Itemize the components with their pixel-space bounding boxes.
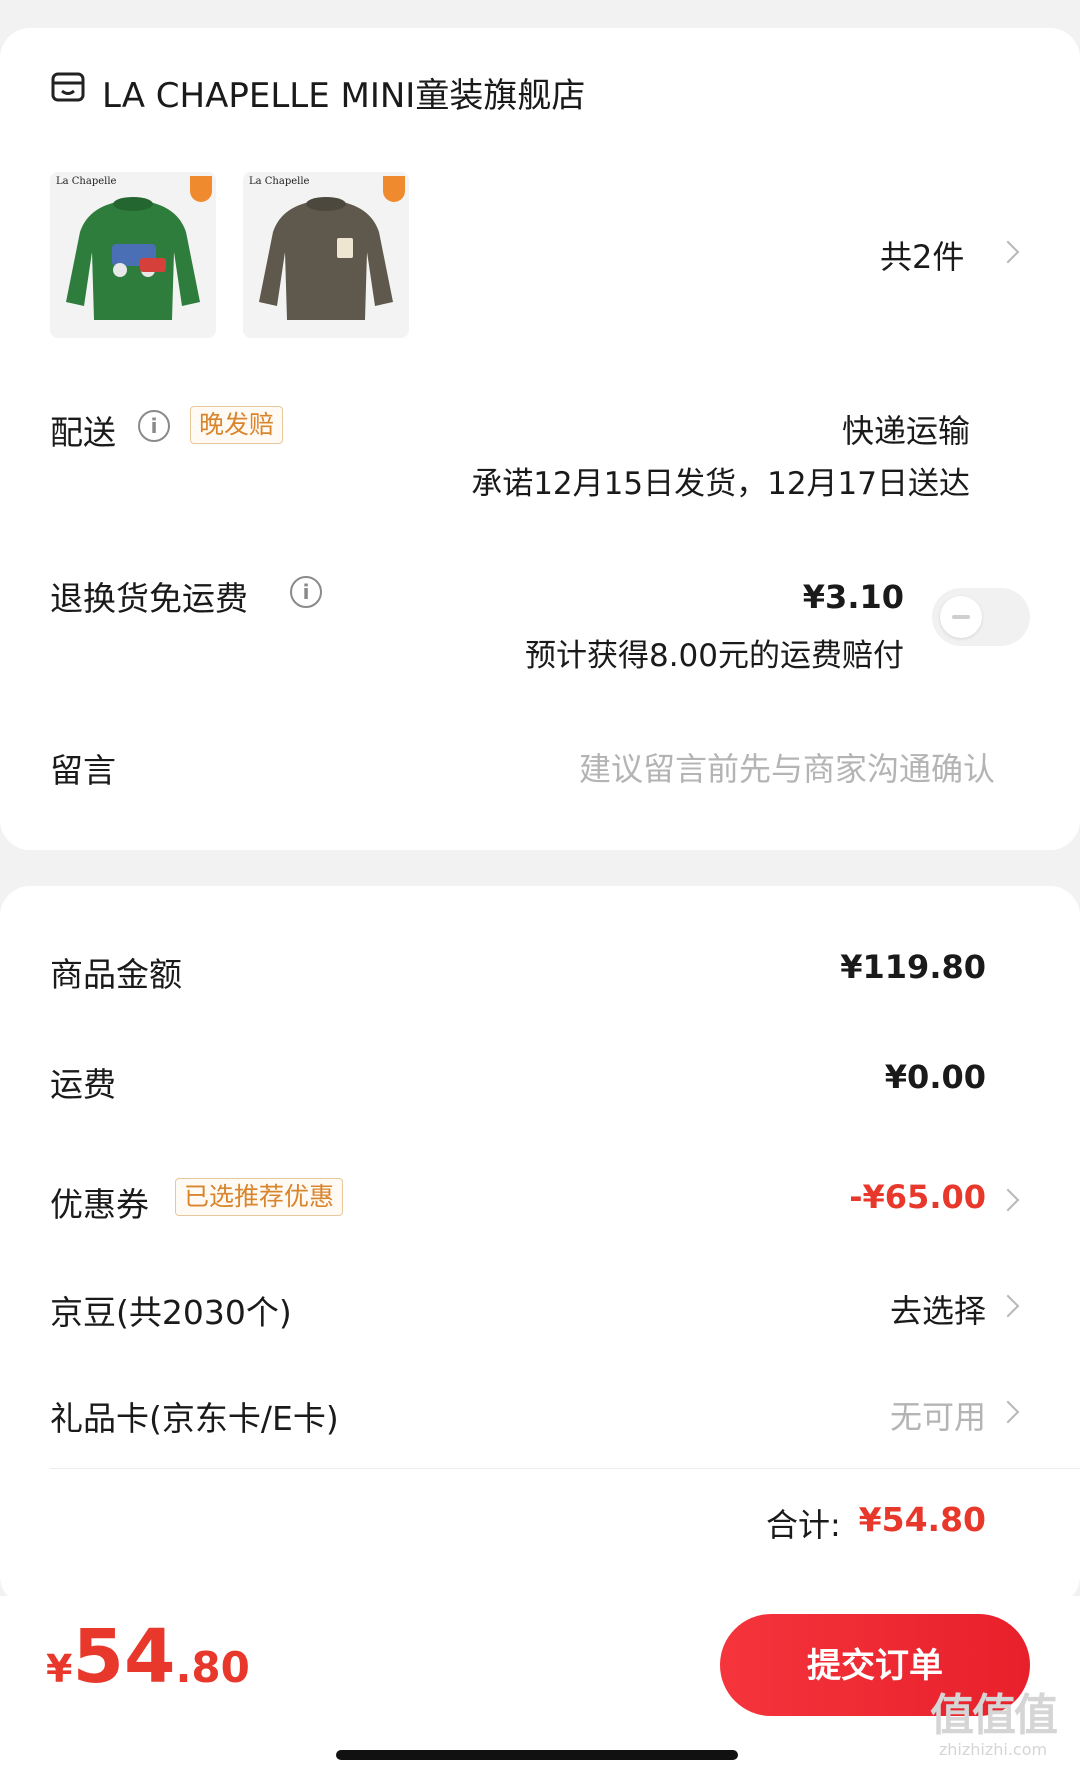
order-card: LA CHAPELLE MINI童装旗舰店 La Chapelle La Cha… xyxy=(0,28,1080,850)
delivery-label: 配送 xyxy=(50,413,116,452)
product-thumbnail[interactable]: La Chapelle xyxy=(243,172,409,338)
jd-beans-action: 去选择 xyxy=(889,1292,986,1330)
goods-amount-label: 商品金额 xyxy=(50,955,182,994)
sweatshirt-image xyxy=(66,197,200,320)
total-value: ¥54.80 xyxy=(858,1500,986,1539)
home-indicator[interactable] xyxy=(336,1750,738,1760)
return-shipping-note: 预计获得8.00元的运费赔付 xyxy=(524,638,904,674)
total-label: 合计: xyxy=(766,1506,841,1544)
gift-card-value: 无可用 xyxy=(889,1398,986,1436)
store-name: LA CHAPELLE MINI童装旗舰店 xyxy=(102,76,586,116)
coupon-tag: 已选推荐优惠 xyxy=(175,1178,344,1216)
info-icon[interactable]: i xyxy=(290,576,322,608)
goods-amount-value: ¥119.80 xyxy=(840,948,986,986)
currency-symbol: ¥ xyxy=(46,1647,73,1691)
gift-card-label: 礼品卡(京东卡/E卡) xyxy=(50,1399,339,1438)
return-shipping-toggle[interactable] xyxy=(932,588,1030,646)
watermark: 值值值 zhizhizhi.com xyxy=(918,1692,1068,1760)
product-thumbnail[interactable]: La Chapelle xyxy=(50,172,216,338)
store-icon xyxy=(51,72,85,102)
coupon-value: -¥65.00 xyxy=(849,1178,986,1216)
shipping-fee-label: 运费 xyxy=(50,1065,116,1104)
return-shipping-price: ¥3.10 xyxy=(802,578,904,616)
price-integer: 54 xyxy=(72,1614,176,1700)
shipping-fee-value: ¥0.00 xyxy=(884,1058,986,1096)
sweatshirt-image xyxy=(259,197,393,320)
chevron-right-icon xyxy=(996,1294,1020,1318)
coupon-label: 优惠券 xyxy=(50,1185,149,1224)
price-summary-card: 商品金额 ¥119.80 运费 ¥0.00 优惠券 已选推荐优惠 -¥65.00… xyxy=(0,886,1080,1606)
toggle-knob xyxy=(940,596,982,638)
info-icon[interactable]: i xyxy=(138,410,170,442)
chevron-right-icon xyxy=(996,1400,1020,1424)
jd-beans-label: 京豆(共2030个) xyxy=(50,1293,292,1332)
delivery-method[interactable]: 快递运输 xyxy=(842,406,970,452)
divider xyxy=(50,1468,1080,1469)
footer-price: ¥54.80 xyxy=(46,1620,250,1694)
chevron-right-icon xyxy=(996,240,1020,264)
item-count[interactable]: 共2件 xyxy=(880,232,964,278)
price-decimal: .80 xyxy=(175,1643,250,1692)
watermark-url: zhizhizhi.com xyxy=(938,1740,1048,1759)
return-shipping-label: 退换货免运费 xyxy=(50,579,248,618)
chevron-right-icon xyxy=(996,1188,1020,1212)
message-label: 留言 xyxy=(50,751,116,790)
delivery-promise: 承诺12月15日发货，12月17日送达 xyxy=(471,466,970,502)
watermark-logo: 值值值 xyxy=(930,1690,1058,1741)
message-input[interactable]: 建议留言前先与商家沟通确认 xyxy=(579,744,995,790)
late-delivery-tag: 晚发赔 xyxy=(190,406,284,444)
